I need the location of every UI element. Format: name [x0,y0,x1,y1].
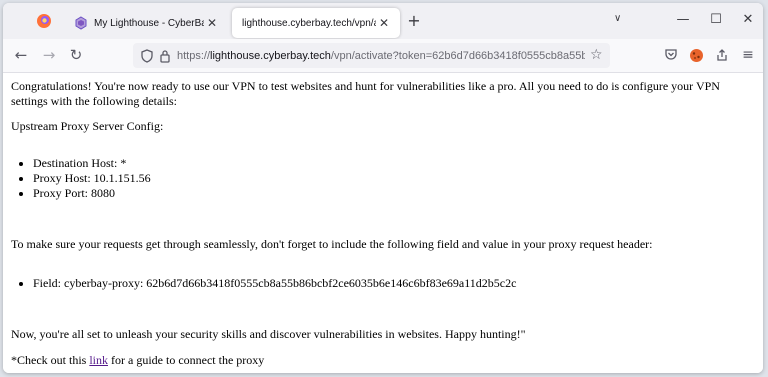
field-list: Field: cyberbay-proxy: 62b6d7d66b3418f05… [11,276,516,291]
tab-title: My Lighthouse - CyberBay [94,17,204,29]
cyberbay-favicon-icon [74,16,88,30]
cookie-extension-icon[interactable] [687,46,705,64]
bookmark-star-icon[interactable]: ☆ [590,47,603,63]
tab-vpn-activate[interactable]: lighthouse.cyberbay.tech/vpn/activ ✕ [232,8,400,38]
page-content: Congratulations! You're now ready to use… [3,73,763,373]
url-path: /vpn/activate?token=62b6d7d66b3418f0555c… [330,50,585,62]
lock-icon[interactable] [159,48,171,67]
tab-close-icon[interactable]: ✕ [376,16,392,30]
share-icon[interactable] [713,46,731,64]
upstream-heading: Upstream Proxy Server Config: [11,119,164,133]
intro-paragraph: Congratulations! You're now ready to use… [11,79,720,108]
guide-suffix: for a guide to connect the proxy [108,353,265,367]
navigation-toolbar: ← → ↻ https://lighthouse.cyberbay.tech/v… [3,39,763,73]
header-instruction: To make sure your requests get through s… [11,237,653,251]
maximize-icon[interactable]: ☐ [708,12,724,27]
list-item: Field: cyberbay-proxy: 62b6d7d66b3418f05… [33,276,516,291]
reload-icon[interactable]: ↻ [67,46,85,64]
back-arrow-icon[interactable]: ← [12,46,30,64]
forward-arrow-icon[interactable]: → [40,46,58,64]
proxy-config-list: Destination Host: * Proxy Host: 10.1.151… [11,156,151,201]
tab-close-icon[interactable]: ✕ [204,16,220,30]
url-text[interactable]: https://lighthouse.cyberbay.tech/vpn/act… [177,49,585,63]
tab-bar: My Lighthouse - CyberBay ✕ lighthouse.cy… [3,3,763,39]
guide-link[interactable]: link [89,353,108,367]
tab-my-lighthouse[interactable]: My Lighthouse - CyberBay ✕ [62,8,228,38]
list-item: Proxy Port: 8080 [33,186,151,201]
url-host: lighthouse.cyberbay.tech [210,50,331,62]
minimize-icon[interactable]: — [675,12,691,27]
closing-paragraph: Now, you're all set to unleash your secu… [11,327,526,341]
browser-window: My Lighthouse - CyberBay ✕ lighthouse.cy… [3,3,763,373]
tab-title: lighthouse.cyberbay.tech/vpn/activ [242,17,376,29]
close-window-icon[interactable]: ✕ [740,12,756,27]
tracking-protection-shield-icon[interactable] [141,48,153,67]
menu-hamburger-icon[interactable]: ≡ [739,46,757,64]
guide-paragraph: *Check out this link for a guide to conn… [11,353,756,368]
guide-prefix: *Check out this [11,353,90,367]
address-bar[interactable]: https://lighthouse.cyberbay.tech/vpn/act… [133,43,610,68]
firefox-view-icon[interactable] [35,12,53,30]
list-item: Destination Host: * [33,156,151,171]
pocket-icon[interactable] [662,46,680,64]
list-tabs-chevron-icon[interactable]: ∨ [614,13,621,24]
url-scheme: https:// [177,50,211,62]
new-tab-plus-icon[interactable]: + [405,11,423,30]
list-item: Proxy Host: 10.1.151.56 [33,171,151,186]
